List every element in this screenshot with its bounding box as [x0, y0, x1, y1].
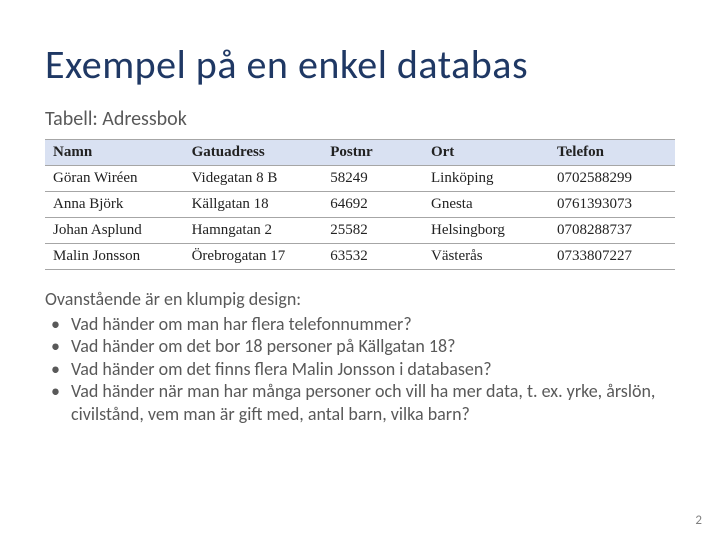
cell-ort: Helsingborg — [423, 218, 549, 244]
cell-namn: Anna Björk — [45, 192, 184, 218]
notes-list: Vad händer om man har flera telefonnumme… — [45, 313, 675, 426]
cell-gata: Örebrogatan 17 — [184, 244, 323, 270]
table-row: Göran Wiréen Videgatan 8 B 58249 Linköpi… — [45, 166, 675, 192]
cell-postnr: 64692 — [322, 192, 423, 218]
cell-ort: Västerås — [423, 244, 549, 270]
col-ort: Ort — [423, 140, 549, 166]
table-caption: Tabell: Adressbok — [45, 107, 675, 131]
cell-tel: 0733807227 — [549, 244, 675, 270]
cell-namn: Malin Jonsson — [45, 244, 184, 270]
list-item: Vad händer när man har många personer oc… — [45, 380, 675, 425]
table-row: Malin Jonsson Örebrogatan 17 63532 Väste… — [45, 244, 675, 270]
cell-gata: Hamngatan 2 — [184, 218, 323, 244]
cell-gata: Källgatan 18 — [184, 192, 323, 218]
cell-ort: Linköping — [423, 166, 549, 192]
slide: Exempel på en enkel databas Tabell: Adre… — [0, 0, 720, 540]
cell-namn: Göran Wiréen — [45, 166, 184, 192]
list-item: Vad händer om det finns flera Malin Jons… — [45, 358, 675, 381]
cell-postnr: 63532 — [322, 244, 423, 270]
cell-ort: Gnesta — [423, 192, 549, 218]
cell-tel: 0702588299 — [549, 166, 675, 192]
cell-postnr: 58249 — [322, 166, 423, 192]
col-namn: Namn — [45, 140, 184, 166]
list-item: Vad händer om det bor 18 personer på Käl… — [45, 335, 675, 358]
cell-tel: 0708288737 — [549, 218, 675, 244]
address-table: Namn Gatuadress Postnr Ort Telefon Göran… — [45, 139, 675, 270]
page-number: 2 — [695, 513, 702, 528]
col-tel: Telefon — [549, 140, 675, 166]
cell-gata: Videgatan 8 B — [184, 166, 323, 192]
cell-namn: Johan Asplund — [45, 218, 184, 244]
col-postnr: Postnr — [322, 140, 423, 166]
cell-tel: 0761393073 — [549, 192, 675, 218]
table-row: Anna Björk Källgatan 18 64692 Gnesta 076… — [45, 192, 675, 218]
notes-intro: Ovanstående är en klumpig design: — [45, 288, 675, 311]
design-notes: Ovanstående är en klumpig design: Vad hä… — [45, 288, 675, 425]
table-header-row: Namn Gatuadress Postnr Ort Telefon — [45, 140, 675, 166]
col-gata: Gatuadress — [184, 140, 323, 166]
cell-postnr: 25582 — [322, 218, 423, 244]
page-title: Exempel på en enkel databas — [45, 40, 675, 89]
list-item: Vad händer om man har flera telefonnumme… — [45, 313, 675, 336]
table-row: Johan Asplund Hamngatan 2 25582 Helsingb… — [45, 218, 675, 244]
